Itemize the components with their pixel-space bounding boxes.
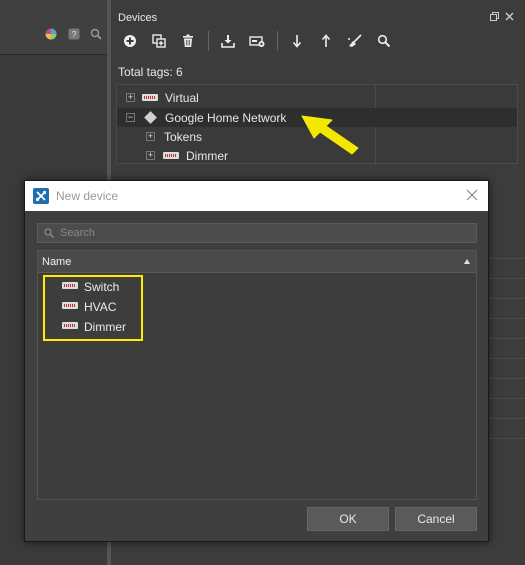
close-icon[interactable]: [505, 12, 514, 21]
toolbar-separator: [208, 31, 209, 51]
clean-icon[interactable]: [346, 32, 364, 50]
arrow-annotation: [301, 115, 359, 155]
expand-icon[interactable]: +: [146, 151, 155, 160]
search-icon[interactable]: [375, 32, 393, 50]
add-icon[interactable]: [121, 32, 139, 50]
collapse-icon[interactable]: −: [126, 113, 135, 122]
float-icon[interactable]: [490, 12, 499, 21]
column-header-label: Name: [42, 256, 72, 268]
name-column-header[interactable]: Name: [38, 251, 476, 273]
new-device-dialog: New device Name Switch HVAC Dimmer: [24, 180, 489, 542]
panel-title: Devices: [118, 12, 158, 24]
delete-icon[interactable]: [179, 32, 197, 50]
search-box: [37, 223, 477, 243]
arrow-up-icon[interactable]: [317, 32, 335, 50]
close-icon[interactable]: [466, 189, 478, 201]
properties-grid: [489, 248, 525, 565]
dialog-header: New device: [25, 181, 488, 211]
expand-icon[interactable]: +: [146, 132, 155, 141]
duplicate-icon[interactable]: [150, 32, 168, 50]
tree-row-virtual[interactable]: + Virtual: [117, 88, 517, 107]
cancel-button[interactable]: Cancel: [395, 507, 477, 531]
dialog-title: New device: [56, 189, 119, 203]
toolbar-separator: [277, 31, 278, 51]
devices-toolbar: [121, 30, 404, 52]
app-icon: [33, 188, 49, 204]
arrow-down-icon[interactable]: [288, 32, 306, 50]
tree-label: Tokens: [164, 130, 203, 144]
expand-icon[interactable]: +: [126, 93, 135, 102]
tag-icon: [163, 152, 179, 159]
device-settings-icon[interactable]: [248, 32, 266, 50]
diamond-icon: [144, 111, 157, 124]
search-input[interactable]: [60, 224, 470, 242]
search-icon[interactable]: [90, 28, 102, 40]
highlight-box: [43, 275, 143, 341]
left-toolbar: ?: [0, 0, 107, 55]
import-icon[interactable]: [219, 32, 237, 50]
ok-button[interactable]: OK: [307, 507, 389, 531]
svg-text:?: ?: [71, 30, 76, 40]
color-wheel-icon[interactable]: [45, 28, 57, 40]
tag-icon: [142, 94, 158, 101]
search-icon: [44, 228, 54, 238]
tree-label: Dimmer: [186, 149, 228, 163]
tree-label: Google Home Network: [165, 111, 287, 125]
sort-ascending-icon[interactable]: [464, 259, 470, 264]
tree-label: Virtual: [165, 91, 199, 105]
total-tags-label: Total tags: 6: [118, 65, 183, 79]
help-icon[interactable]: ?: [68, 28, 80, 40]
